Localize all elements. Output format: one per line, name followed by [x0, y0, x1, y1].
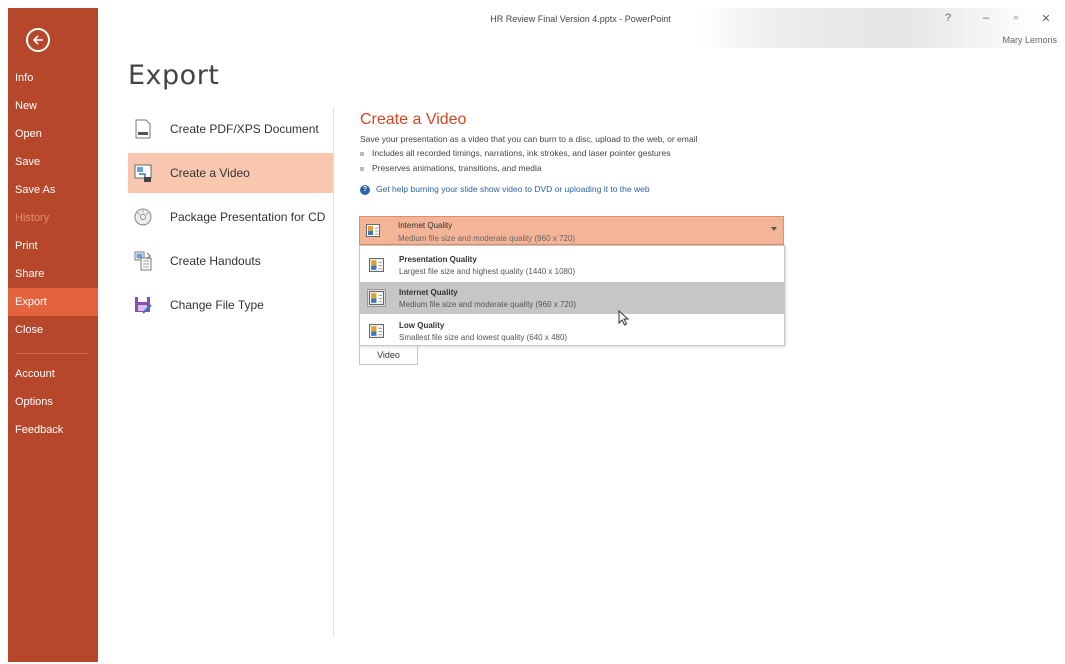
window-title: HR Review Final Version 4.pptx - PowerPo…	[490, 14, 671, 24]
pdf-document-icon	[135, 119, 151, 139]
handouts-icon	[134, 251, 152, 271]
bullet-icon	[360, 151, 364, 156]
title-bar: HR Review Final Version 4.pptx - PowerPo…	[98, 8, 1063, 48]
section-title: Create a Video	[360, 111, 467, 128]
sidebar-item-share[interactable]: Share	[8, 260, 98, 288]
help-circle-icon: ?	[360, 184, 370, 195]
sidebar-item-feedback[interactable]: Feedback	[8, 416, 98, 444]
close-icon[interactable]: ✕	[1036, 12, 1056, 25]
quality-icon	[369, 258, 384, 272]
sidebar-item-account[interactable]: Account	[8, 360, 98, 388]
option-label: Change File Type	[170, 298, 264, 312]
sidebar-item-open[interactable]: Open	[8, 120, 98, 148]
option-subtitle: Largest file size and highest quality (1…	[399, 267, 576, 276]
sidebar-item-export[interactable]: Export	[8, 288, 98, 316]
option-title: Low Quality	[399, 321, 445, 330]
quality-option-presentation[interactable]: Presentation Quality Largest file size a…	[360, 249, 784, 281]
mouse-pointer-icon	[618, 310, 630, 326]
help-link[interactable]: ? Get help burning your slide show video …	[360, 184, 650, 195]
option-label: Create Handouts	[170, 254, 261, 268]
option-title: Presentation Quality	[399, 255, 477, 264]
sidebar-item-save[interactable]: Save	[8, 148, 98, 176]
sidebar-item-info[interactable]: Info	[8, 64, 98, 92]
account-name[interactable]: Mary Lemons	[1002, 35, 1057, 45]
section-description: Save your presentation as a video that y…	[360, 134, 698, 144]
bullet-text: Includes all recorded timings, narration…	[372, 148, 671, 158]
quality-icon	[367, 289, 386, 307]
bullet-icon	[360, 166, 364, 171]
option-label: Package Presentation for CD	[170, 210, 326, 224]
quality-icon	[369, 324, 384, 338]
option-subtitle: Smallest file size and lowest quality (6…	[399, 333, 568, 342]
create-video-button[interactable]: Video	[359, 346, 418, 365]
backstage-sidebar: Info New Open Save Save As History Print…	[8, 8, 98, 662]
option-subtitle: Medium file size and moderate quality (9…	[399, 300, 576, 309]
sidebar-item-history: History	[15, 212, 50, 224]
option-change-file-type[interactable]: Change File Type	[128, 285, 333, 325]
option-label: Create PDF/XPS Document	[170, 122, 319, 136]
chevron-down-icon	[771, 227, 777, 231]
bullet-text: Preserves animations, transitions, and m…	[372, 163, 542, 173]
sidebar-item-print[interactable]: Print	[8, 232, 98, 260]
backstage-window: Info New Open Save Save As History Print…	[8, 8, 1063, 662]
feature-bullet: Includes all recorded timings, narration…	[360, 148, 671, 158]
sidebar-item-new[interactable]: New	[8, 92, 98, 120]
sidebar-item-save-as[interactable]: Save As	[8, 176, 98, 204]
back-arrow-icon[interactable]	[26, 28, 50, 52]
page-title: Export	[128, 60, 220, 91]
cd-icon	[134, 208, 152, 226]
help-link-text: Get help burning your slide show video t…	[376, 184, 650, 194]
dropdown-selected-title: Internet Quality	[398, 221, 453, 230]
option-label: Create a Video	[170, 166, 250, 180]
column-divider	[333, 108, 334, 638]
dropdown-selected-subtitle: Medium file size and moderate quality (9…	[398, 234, 575, 243]
sidebar-item-close[interactable]: Close	[8, 316, 98, 344]
quality-icon	[366, 224, 380, 237]
option-create-pdf-xps[interactable]: Create PDF/XPS Document	[128, 109, 333, 149]
quality-option-low[interactable]: Low Quality Smallest file size and lowes…	[360, 315, 784, 347]
quality-option-internet[interactable]: Internet Quality Medium file size and mo…	[360, 282, 784, 314]
option-create-video[interactable]: Create a Video	[128, 153, 333, 193]
option-create-handouts[interactable]: Create Handouts	[128, 241, 333, 281]
sidebar-item-options[interactable]: Options	[8, 388, 98, 416]
restore-icon[interactable]: ▫	[1006, 12, 1026, 24]
video-icon	[134, 164, 152, 182]
change-file-type-icon	[135, 297, 152, 314]
quality-options-menu: Presentation Quality Largest file size a…	[359, 245, 785, 346]
option-title: Internet Quality	[399, 288, 458, 297]
quality-dropdown[interactable]: Internet Quality Medium file size and mo…	[359, 216, 784, 245]
minimize-icon[interactable]: –	[976, 12, 996, 24]
option-package-cd[interactable]: Package Presentation for CD	[128, 197, 333, 237]
sidebar-divider	[16, 353, 88, 354]
feature-bullet: Preserves animations, transitions, and m…	[360, 163, 542, 173]
help-icon[interactable]: ?	[938, 12, 958, 24]
